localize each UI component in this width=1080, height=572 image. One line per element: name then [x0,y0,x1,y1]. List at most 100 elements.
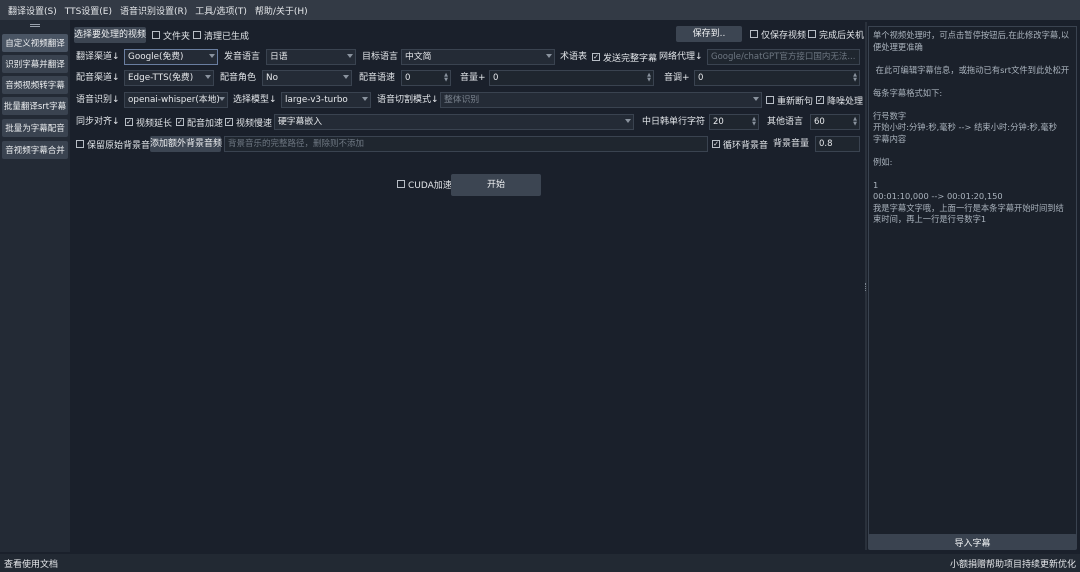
proxy-label[interactable]: 网络代理↓ [659,49,703,65]
save-to-button[interactable]: 保存到.. [676,26,742,42]
cjk-chars-spinbox[interactable]: 20 ▲ ▼ [709,114,759,130]
check-icon[interactable]: ✓ [592,53,600,61]
menu-tools[interactable]: 工具/选项(T) [191,4,251,17]
dub-channel-select[interactable]: Edge-TTS(免费) [124,70,214,86]
sync-label[interactable]: 同步对齐↓ [76,114,120,130]
subtitle-mode-select[interactable]: 硬字幕嵌入 [274,114,634,130]
source-lang-select[interactable]: 日语 [266,49,356,65]
resegment-checkbox[interactable]: 重新断句 [766,92,813,108]
glossary-label[interactable]: 术语表 [560,49,587,65]
split-mode-select[interactable]: 整体识别 [440,92,762,108]
denoise-checkbox[interactable]: ✓ 降噪处理 [816,92,863,108]
video-slowdown-checkbox[interactable]: ✓ 视频慢速 [225,114,272,130]
spin-arrows-icon[interactable]: ▲ ▼ [853,117,857,127]
split-mode-label[interactable]: 语音切割模式↓ [377,92,439,108]
select-video-button[interactable]: 选择要处理的视频 [74,27,146,43]
keep-bg-checkbox[interactable]: 保留原始背景音 [76,136,150,152]
shutdown-after-label: 完成后关机 [819,30,865,41]
other-lang-spinbox[interactable]: 60 ▲ ▼ [810,114,860,130]
volume-spinbox[interactable]: 0 ▲ ▼ [489,70,654,86]
sidebar-item-av-to-subtitle[interactable]: 音频视频转字幕 [2,76,68,94]
donate-link[interactable]: 小额捐赠帮助项目持续更新优化 [950,557,1076,570]
volume-label: 音量+ [460,73,486,83]
asr-select[interactable]: openai-whisper(本地) [124,92,228,108]
dub-speedup-checkbox[interactable]: ✓ 配音加速 [176,114,223,130]
send-full-subtitle-checkbox[interactable]: ✓ 发送完整字幕 [592,49,657,65]
target-lang-value: 中文简 [405,52,432,62]
video-extend-checkbox[interactable]: ✓ 视频延长 [125,114,172,130]
cuda-label: CUDA加速 [408,180,452,191]
checkbox-icon[interactable] [766,96,774,104]
subtitle-editor[interactable]: 单个视频处理时，可点击暂停按钮后,在此修改字幕,以便处理更准确 在此可编辑字幕信… [868,26,1077,545]
voice-role-select[interactable]: No [262,70,352,86]
menu-asr-settings[interactable]: 语音识别设置(R) [116,4,191,17]
dub-channel-label[interactable]: 配音渠道↓ [76,70,120,86]
sidebar-item-merge[interactable]: 音视频字幕合并 [2,141,68,159]
pitch-spinbox[interactable]: 0 ▲ ▼ [694,70,860,86]
proxy-placeholder: Google/chatGPT官方接口国内无法... [711,52,856,62]
check-icon[interactable]: ✓ [125,118,133,126]
menu-translate-settings[interactable]: 翻译设置(S) [4,4,61,17]
translate-channel-select[interactable]: Google(免费) [124,49,218,65]
check-icon[interactable]: ✓ [712,140,720,148]
model-label[interactable]: 选择模型↓ [233,92,277,108]
check-icon[interactable]: ✓ [176,118,184,126]
only-save-video-checkbox[interactable]: 仅保存视频 [750,26,806,42]
spin-arrows-icon[interactable]: ▲ ▼ [444,73,448,83]
chevron-down-icon [347,54,353,58]
splitter-grip-icon[interactable] [865,283,867,291]
speed-spinbox[interactable]: 0 ▲ ▼ [401,70,451,86]
check-icon[interactable]: ✓ [225,118,233,126]
asr-label[interactable]: 语音识别↓ [76,92,120,108]
spin-arrows-icon[interactable]: ▲ ▼ [752,117,756,127]
checkbox-icon[interactable] [152,31,160,39]
menu-help[interactable]: 帮助/关于(H) [251,4,312,17]
chevron-down-icon [625,119,631,123]
toolbar-grip-icon[interactable] [30,24,40,27]
chevron-down-icon [205,75,211,79]
asr-value: openai-whisper(本地) [128,95,220,105]
import-subtitle-button[interactable]: 导入字幕 [868,534,1077,550]
voice-role-label: 配音角色 [220,73,257,83]
shutdown-after-checkbox[interactable]: 完成后关机 [808,26,864,42]
check-icon[interactable]: ✓ [816,96,824,104]
view-docs-link[interactable]: 查看使用文档 [4,557,58,570]
other-lang-label: 其他语言 [767,117,804,127]
bg-audio-path-input[interactable]: 背景音乐的完整路径，删除则不添加 [224,136,708,152]
spin-arrows-icon[interactable]: ▲ ▼ [853,73,857,83]
start-button[interactable]: 开始 [451,174,541,196]
menubar: 翻译设置(S) TTS设置(E) 语音识别设置(R) 工具/选项(T) 帮助/关… [0,0,1080,20]
pitch-label: 音调+ [664,73,690,83]
checkbox-icon[interactable] [397,180,405,188]
spin-arrows-icon[interactable]: ▲ ▼ [647,73,651,83]
cuda-checkbox[interactable]: CUDA加速 [397,176,452,192]
source-lang-value: 日语 [270,52,288,62]
voice-role-value: No [266,73,278,83]
sidebar-item-batch-dub[interactable]: 批量为字幕配音 [2,119,68,137]
checkbox-icon[interactable] [750,30,758,38]
folder-checkbox[interactable]: 文件夹 [152,27,190,43]
chevron-down-icon [362,97,368,101]
checkbox-icon[interactable] [808,30,816,38]
proxy-input[interactable]: Google/chatGPT官方接口国内无法... [707,49,860,65]
sidebar-item-batch-translate-srt[interactable]: 批量翻译srt字幕 [2,97,68,115]
target-lang-select[interactable]: 中文简 [401,49,555,65]
status-bar: 查看使用文档 小额捐赠帮助项目持续更新优化 [0,554,1080,572]
video-extend-label: 视频延长 [136,118,173,129]
checkbox-icon[interactable] [193,31,201,39]
main-form: 选择要处理的视频 文件夹 清理已生成 保存到.. 仅保存视频 完成后关机 翻译渠… [72,22,864,550]
sidebar-item-recognize-translate[interactable]: 识别字幕并翻译 [2,55,68,73]
cjk-chars-label: 中日韩单行字符 [642,117,706,127]
dub-channel-value: Edge-TTS(免费) [128,73,194,83]
menu-tts-settings[interactable]: TTS设置(E) [61,4,116,17]
clear-generated-checkbox[interactable]: 清理已生成 [193,27,249,43]
checkbox-icon[interactable] [76,140,84,148]
bg-volume-input[interactable]: 0.8 [815,136,860,152]
bg-volume-value: 0.8 [819,139,833,149]
model-select[interactable]: large-v3-turbo [281,92,371,108]
add-bg-audio-button[interactable]: 添加额外背景音频 [150,136,222,152]
loop-bg-checkbox[interactable]: ✓ 循环背景音 [712,136,768,152]
sidebar-item-custom-video-translate[interactable]: 自定义视频翻译 [2,34,68,52]
translate-channel-label[interactable]: 翻译渠道↓ [76,49,120,65]
translate-channel-value: Google(免费) [128,52,184,62]
